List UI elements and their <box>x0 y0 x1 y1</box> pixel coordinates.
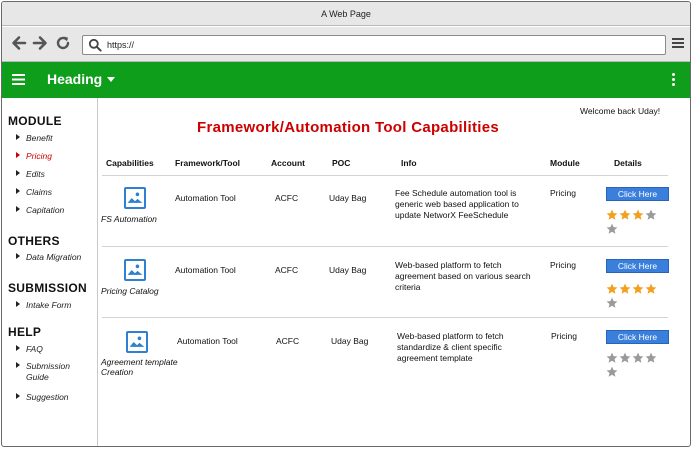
account-cell: ACFC <box>276 336 300 346</box>
triangle-right-icon <box>16 206 20 212</box>
browser-menu-icon[interactable] <box>671 36 685 50</box>
triangle-right-icon <box>16 345 20 351</box>
star-filled-icon <box>632 209 644 220</box>
column-header-capabilities: Capabilities <box>106 158 154 168</box>
capability-name: Pricing Catalog <box>101 286 159 296</box>
image-placeholder-icon <box>126 331 148 353</box>
account-cell: ACFC <box>275 265 299 275</box>
welcome-message: Welcome back Uday! <box>580 106 661 116</box>
poc-cell: Uday Bag <box>329 193 367 203</box>
column-header-poc: POC <box>332 158 351 168</box>
table-divider <box>102 317 668 318</box>
star-filled-icon <box>606 283 618 294</box>
app-header: Heading <box>2 62 690 98</box>
star-filled-icon <box>606 209 618 220</box>
module-cell: Pricing <box>551 331 577 341</box>
sidebar-section-submission: SUBMISSION <box>8 281 88 295</box>
star-empty-icon <box>619 352 631 363</box>
click-here-button[interactable]: Click Here <box>606 330 669 344</box>
table-divider <box>102 175 668 176</box>
sidebar-item-benefit[interactable]: Benefit <box>16 133 52 144</box>
capability-name: FS Automation <box>101 214 157 224</box>
star-filled-icon <box>619 209 631 220</box>
app-heading[interactable]: Heading <box>47 71 102 87</box>
page-title: Framework/Automation Tool Capabilities <box>197 119 499 136</box>
triangle-right-icon <box>16 170 20 176</box>
window-titlebar: A Web Page <box>2 2 690 26</box>
triangle-right-icon <box>16 134 20 140</box>
rating-stars <box>606 283 670 308</box>
module-cell: Pricing <box>550 188 576 198</box>
tool-cell: Automation Tool <box>175 265 236 275</box>
triangle-right-icon <box>16 362 20 368</box>
star-empty-icon <box>645 352 657 363</box>
sidebar-item-data-migration[interactable]: Data Migration <box>16 252 81 263</box>
triangle-right-icon <box>16 188 20 194</box>
tool-cell: Automation Tool <box>177 336 238 346</box>
sidebar-item-submission-guide[interactable]: Submission Guide <box>16 361 82 383</box>
search-icon <box>88 38 102 52</box>
rating-stars <box>606 352 670 377</box>
star-empty-icon <box>606 352 618 363</box>
sidebar-item-faq[interactable]: FAQ <box>16 344 43 355</box>
triangle-right-icon <box>16 253 20 259</box>
star-filled-icon <box>632 283 644 294</box>
browser-window: A Web Page https:// Heading MODULE Benef… <box>1 1 691 447</box>
rating-stars <box>606 209 670 234</box>
sidebar-item-claims[interactable]: Claims <box>16 187 52 198</box>
star-filled-icon <box>645 283 657 294</box>
sidebar-item-edits[interactable]: Edits <box>16 169 45 180</box>
info-cell: Fee Schedule automation tool is generic … <box>395 188 519 220</box>
image-placeholder-icon <box>124 187 146 209</box>
info-cell: Web-based platform to fetch agreement ba… <box>395 260 531 292</box>
column-header-details: Details <box>614 158 642 168</box>
address-bar: https:// <box>2 27 690 62</box>
sidebar-item-intake-form[interactable]: Intake Form <box>16 300 71 311</box>
column-header-account: Account <box>271 158 305 168</box>
tool-cell: Automation Tool <box>175 193 236 203</box>
forward-arrow-icon[interactable] <box>31 34 49 52</box>
star-empty-icon <box>606 366 618 377</box>
table-divider <box>102 246 668 247</box>
sidebar-section-module: MODULE <box>8 114 62 128</box>
sidebar-section-others: OTHERS <box>8 234 60 248</box>
triangle-right-icon <box>16 152 20 158</box>
refresh-icon[interactable] <box>54 34 72 52</box>
column-header-framework-tool: Framework/Tool <box>175 158 241 168</box>
hamburger-icon[interactable] <box>12 73 25 86</box>
image-placeholder-icon <box>124 259 146 281</box>
click-here-button[interactable]: Click Here <box>606 187 669 201</box>
module-cell: Pricing <box>550 260 576 270</box>
triangle-right-icon <box>16 301 20 307</box>
column-header-module: Module <box>550 158 580 168</box>
info-cell: Web-based platform to fetch standardize … <box>397 331 504 363</box>
sidebar-item-capitation[interactable]: Capitation <box>16 205 64 216</box>
kebab-menu-icon[interactable] <box>672 73 676 87</box>
url-field[interactable]: https:// <box>82 35 666 55</box>
star-empty-icon <box>645 209 657 220</box>
back-arrow-icon[interactable] <box>10 34 28 52</box>
url-text: https:// <box>107 40 135 50</box>
click-here-button[interactable]: Click Here <box>606 259 669 273</box>
poc-cell: Uday Bag <box>331 336 369 346</box>
star-empty-icon <box>632 352 644 363</box>
star-empty-icon <box>606 223 618 234</box>
account-cell: ACFC <box>275 193 299 203</box>
sidebar: MODULE Benefit Pricing Edits Claims Capi… <box>2 98 98 446</box>
star-empty-icon <box>606 297 618 308</box>
column-header-info: Info <box>401 158 417 168</box>
sidebar-section-help: HELP <box>8 325 42 339</box>
window-title: A Web Page <box>321 9 371 19</box>
star-filled-icon <box>619 283 631 294</box>
sidebar-item-pricing[interactable]: Pricing <box>16 151 52 162</box>
capability-name: Agreement template Creation <box>101 357 178 377</box>
triangle-right-icon <box>16 393 20 399</box>
caret-down-icon[interactable] <box>107 77 115 82</box>
sidebar-item-suggestion[interactable]: Suggestion <box>16 392 69 403</box>
poc-cell: Uday Bag <box>329 265 367 275</box>
